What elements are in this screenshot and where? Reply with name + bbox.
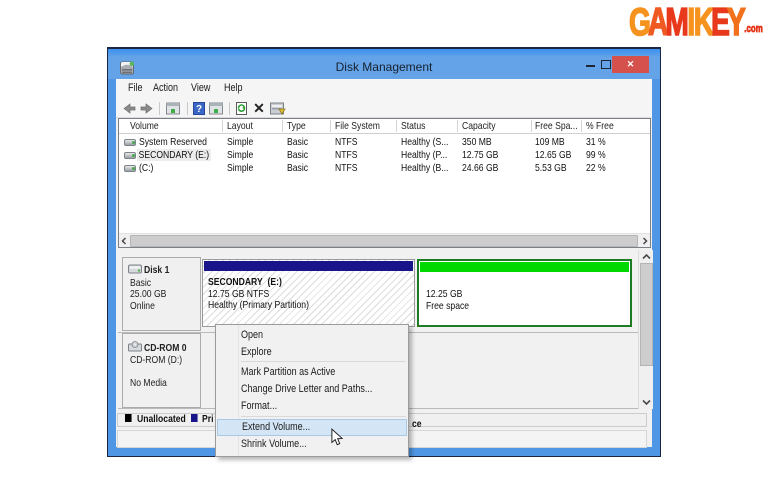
- svg-text:?: ?: [196, 104, 202, 115]
